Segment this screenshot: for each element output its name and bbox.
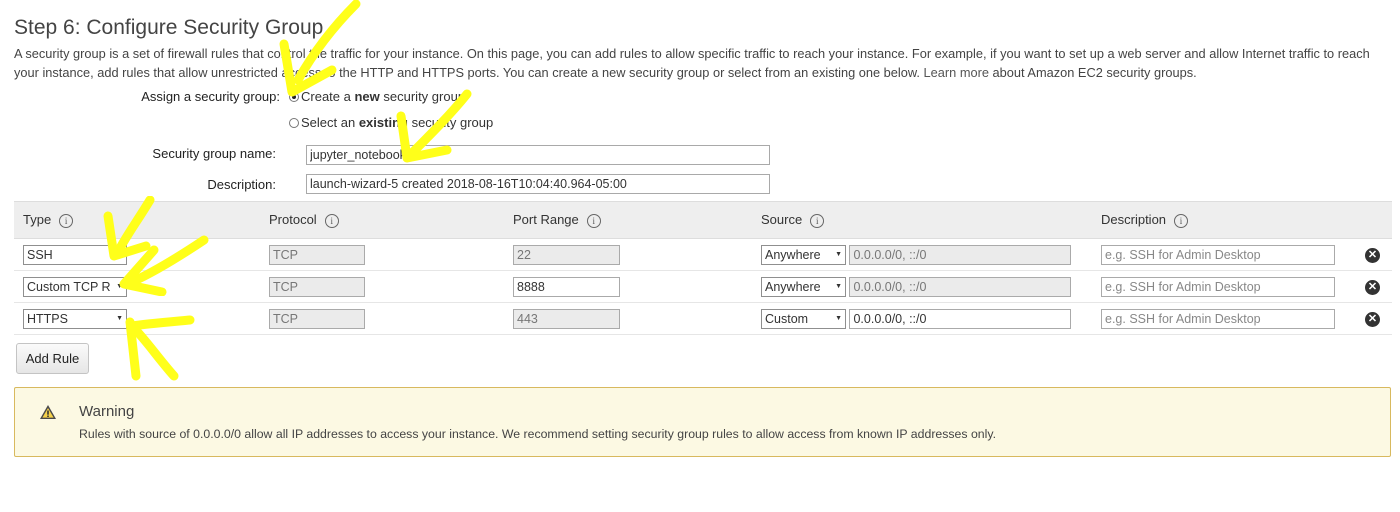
cidr-field[interactable]: 0.0.0.0/0, ::/0 [849,308,1072,329]
port-range-field[interactable]: 8888 [513,276,620,297]
dropdown-caret-icon: ▼ [116,315,123,322]
description-field[interactable]: e.g. SSH for Admin Desktop [1101,308,1335,329]
learn-more-link[interactable]: Learn more [924,65,989,80]
dropdown-caret-icon: ▼ [835,251,842,258]
info-icon[interactable]: i [810,214,825,228]
warning-text: Rules with source of 0.0.0.0/0 allow all… [79,427,997,441]
assign-group-label: Assign a security group: [141,89,280,104]
source-select[interactable]: Custom ▼ [761,308,846,329]
intro-suffix: about Amazon EC2 security groups. [992,65,1197,80]
warning-triangle-icon [40,405,56,419]
warning-box: Warning Rules with source of 0.0.0.0/0 a… [14,387,1391,457]
port-range-field: 443 [513,308,620,329]
type-select[interactable]: HTTPS ▼ [23,308,127,329]
description-field[interactable]: e.g. SSH for Admin Desktop [1101,276,1335,297]
rules-table: Type i Protocol i Port Range i Source i Desc… [14,201,1392,335]
dropdown-caret-icon: ▼ [116,251,123,258]
dropdown-caret-icon: ▼ [835,315,842,322]
protocol-field: TCP [269,308,365,329]
header-actions [1356,201,1392,239]
dropdown-caret-icon: ▼ [116,283,123,290]
remove-row-icon[interactable]: ✕ [1365,247,1380,263]
protocol-field: TCP [269,244,365,265]
radio-create-new[interactable]: Create a new security group [289,89,465,104]
description-field[interactable]: e.g. SSH for Admin Desktop [1101,244,1335,265]
info-icon[interactable]: i [324,214,339,228]
intro-paragraph: A security group is a set of firewall ru… [14,44,1389,82]
radio-create-new-button[interactable] [289,91,299,102]
radio-select-existing[interactable]: Select an existing security group [289,115,493,130]
protocol-field: TCP [269,276,365,297]
source-select[interactable]: Anywhere ▼ [761,276,846,297]
header-description: Description i [1092,201,1356,239]
port-range-field: 22 [513,244,620,265]
table-row: HTTPS ▼ TCP 443 Custom ▼ 0.0.0.0/0, ::/0 e… [14,302,1392,335]
info-icon[interactable]: i [1174,214,1189,228]
type-select[interactable]: Custom TCP R ▼ [23,276,127,297]
header-type: Type i [14,201,260,239]
header-source: Source i [752,201,1092,239]
description-input[interactable] [306,174,770,194]
radio-select-existing-label: Select an existing security group [301,115,494,130]
group-name-label: Security group name: [152,146,276,161]
table-header-row: Type i Protocol i Port Range i Source i Desc… [14,201,1392,239]
warning-title: Warning [79,403,135,420]
source-select[interactable]: Anywhere ▼ [761,244,846,265]
header-port-range: Port Range i [504,201,752,239]
radio-select-existing-button[interactable] [289,117,299,128]
page-title: Step 6: Configure Security Group [14,16,324,39]
remove-row-icon[interactable]: ✕ [1365,279,1380,295]
dropdown-caret-icon: ▼ [835,283,842,290]
remove-row-icon[interactable]: ✕ [1365,311,1380,327]
info-icon[interactable]: i [59,214,74,228]
radio-create-new-label: Create a new security group [301,89,466,104]
cidr-field: 0.0.0.0/0, ::/0 [849,276,1072,297]
description-label: Description: [207,177,276,192]
header-protocol: Protocol i [260,201,504,239]
table-row: Custom TCP R ▼ TCP 8888 Anywhere ▼ 0.0.0.0… [14,270,1392,303]
info-icon[interactable]: i [586,214,601,228]
table-row: SSH ▼ TCP 22 Anywhere ▼ 0.0.0.0/0, ::/0 e.… [14,238,1392,271]
add-rule-button[interactable]: Add Rule [16,343,89,374]
type-select[interactable]: SSH ▼ [23,244,127,265]
group-name-input[interactable] [306,145,770,165]
cidr-field: 0.0.0.0/0, ::/0 [849,244,1072,265]
